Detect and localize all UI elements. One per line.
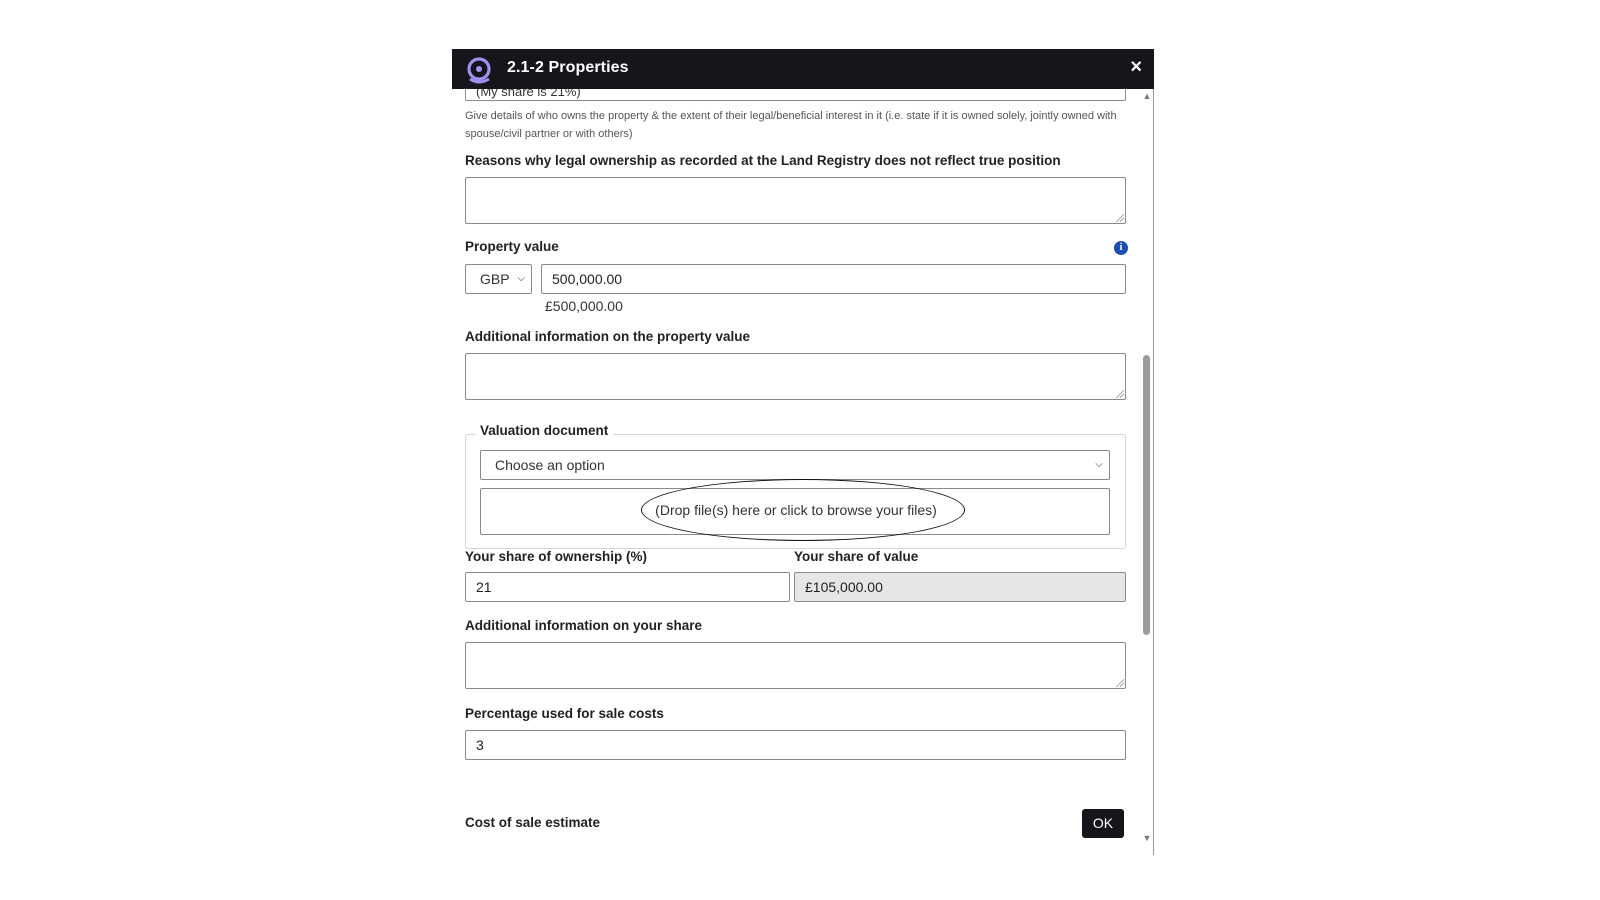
land-registry-label: Reasons why legal ownership as recorded …: [465, 153, 1061, 168]
close-icon[interactable]: ×: [1130, 57, 1142, 77]
properties-dialog: 2.1-2 Properties × (My share is 21%) Giv…: [452, 49, 1154, 855]
currency-select[interactable]: GBP ⌵: [465, 264, 532, 294]
land-registry-textarea[interactable]: [465, 177, 1126, 224]
additional-share-textarea[interactable]: [465, 642, 1126, 689]
valuation-document-select[interactable]: Choose an option ⌵: [480, 450, 1110, 480]
scroll-down-icon[interactable]: ▼: [1142, 833, 1152, 843]
property-value-formatted: £500,000.00: [545, 298, 623, 314]
share-value-label: Your share of value: [794, 549, 919, 564]
scrollbar-thumb[interactable]: [1143, 355, 1150, 635]
ownership-details-value: (My share is 21%): [476, 89, 581, 99]
file-dropzone[interactable]: (Drop file(s) here or click to browse yo…: [480, 479, 1110, 541]
sale-costs-input[interactable]: 3: [465, 730, 1126, 760]
currency-value: GBP: [480, 271, 510, 287]
valuation-document-fieldset: Valuation document Choose an option ⌵ (D…: [465, 423, 1126, 549]
resize-grip-icon[interactable]: [1116, 679, 1124, 687]
share-ownership-label: Your share of ownership (%): [465, 549, 648, 564]
app-logo-icon: [467, 57, 491, 84]
additional-share-label: Additional information on your share: [465, 618, 703, 633]
valuation-document-select-value: Choose an option: [495, 457, 605, 473]
dialog-content: (My share is 21%) Give details of who ow…: [452, 89, 1140, 846]
ok-button[interactable]: OK: [1082, 809, 1124, 838]
sale-costs-label: Percentage used for sale costs: [465, 706, 664, 721]
vertical-scrollbar[interactable]: ▲ ▼: [1141, 89, 1153, 846]
property-value-label: Property value: [465, 239, 559, 254]
dialog-titlebar: 2.1-2 Properties ×: [452, 49, 1154, 89]
resize-grip-icon[interactable]: [1116, 390, 1124, 398]
info-icon[interactable]: i: [1114, 241, 1128, 255]
valuation-document-legend: Valuation document: [475, 423, 614, 438]
share-ownership-input[interactable]: 21: [465, 572, 790, 602]
scroll-up-icon[interactable]: ▲: [1142, 91, 1152, 101]
ownership-details-textarea[interactable]: (My share is 21%): [465, 89, 1126, 101]
annotation-ellipse: [641, 479, 965, 541]
chevron-down-icon: ⌵: [517, 273, 525, 284]
property-value-input[interactable]: 500,000.00: [541, 264, 1126, 294]
share-value-field: £105,000.00: [794, 572, 1126, 602]
additional-property-value-label: Additional information on the property v…: [465, 329, 751, 344]
dialog-title: 2.1-2 Properties: [507, 59, 629, 76]
cost-of-sale-estimate-label: Cost of sale estimate: [465, 815, 601, 830]
resize-grip-icon[interactable]: [1116, 214, 1124, 222]
additional-property-value-textarea[interactable]: [465, 353, 1126, 400]
ownership-hint: Give details of who owns the property & …: [465, 110, 1117, 140]
chevron-down-icon: ⌵: [1095, 459, 1103, 470]
